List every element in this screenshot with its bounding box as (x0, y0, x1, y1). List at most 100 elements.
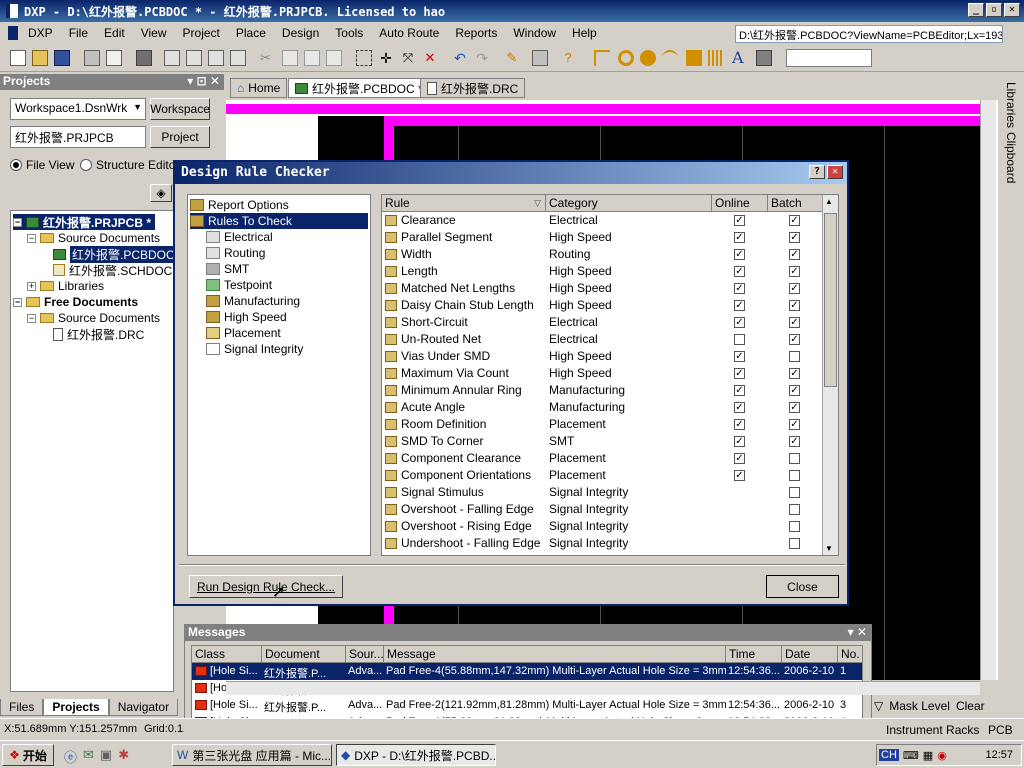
place-pad-icon[interactable] (618, 50, 634, 66)
batch-checkbox[interactable]: ✓ (789, 232, 800, 243)
place-string-icon[interactable]: A (732, 48, 748, 67)
batch-checkbox[interactable] (789, 470, 800, 481)
menu-tools[interactable]: Tools (327, 26, 371, 40)
canvas-vscroll[interactable] (980, 100, 996, 680)
tree-smt[interactable]: SMT (206, 261, 249, 277)
help-icon[interactable]: ? (560, 50, 576, 66)
place-arc-icon[interactable] (662, 50, 678, 66)
tab-pcbdoc[interactable]: 红外报警.PCBDOC * (288, 78, 430, 98)
online-checkbox[interactable]: ✓ (734, 232, 745, 243)
paste-icon[interactable] (304, 50, 320, 66)
tab-files[interactable]: Files (0, 699, 44, 716)
batch-checkbox[interactable]: ✓ (789, 249, 800, 260)
rules-vscroll[interactable]: ▲ ▼ (822, 195, 838, 555)
tree-placement[interactable]: Placement (206, 325, 281, 341)
project-button[interactable]: Project (150, 126, 210, 148)
online-checkbox[interactable]: ✓ (734, 368, 745, 379)
tree-root-project[interactable]: − 红外报警.PRJPCB * (13, 214, 156, 230)
msg-col-date[interactable]: Date (782, 646, 838, 663)
scroll-down-icon[interactable]: ▼ (825, 544, 833, 553)
col-batch[interactable]: Batch (768, 195, 824, 212)
batch-checkbox[interactable]: ✓ (789, 436, 800, 447)
rule-row[interactable]: Overshoot - Rising Edge Signal Integrity (382, 518, 822, 535)
move-icon[interactable]: ✛ (378, 50, 394, 66)
message-row[interactable]: [Hole Si... 红外报警.P... Adva... Pad Free-2(12… (192, 697, 862, 714)
messages-close-icon[interactable]: ▾ ✕ (848, 625, 867, 639)
rule-row[interactable]: Width Routing ✓ ✓ (382, 246, 822, 263)
online-checkbox[interactable]: ✓ (734, 215, 745, 226)
select-area-icon[interactable] (356, 50, 372, 66)
online-checkbox[interactable]: ✓ (734, 385, 745, 396)
scroll-up-icon[interactable]: ▲ (825, 197, 833, 206)
undo-icon[interactable]: ↶ (452, 50, 468, 66)
msg-col-source[interactable]: Sour... (346, 646, 384, 663)
place-via-icon[interactable] (640, 50, 656, 66)
msg-col-no[interactable]: No. (838, 646, 862, 663)
cross-probe-icon[interactable]: ✎ (504, 50, 520, 66)
batch-checkbox[interactable] (789, 351, 800, 362)
open-folder-icon[interactable] (32, 50, 48, 66)
msg-col-message[interactable]: Message (384, 646, 726, 663)
rubber-stamp-icon[interactable] (326, 50, 342, 66)
tree-high-speed[interactable]: High Speed (206, 309, 287, 325)
rule-row[interactable]: Undershoot - Falling Edge Signal Integrit… (382, 535, 822, 552)
menu-auto-route[interactable]: Auto Route (371, 26, 447, 40)
instrument-racks-button[interactable]: Instrument Racks (886, 723, 979, 737)
toolbar-combo[interactable] (786, 49, 872, 67)
structure-editor-radio[interactable]: Structure Editor (80, 158, 179, 172)
copy-icon[interactable] (282, 50, 298, 66)
network-icon[interactable]: ▦ (923, 749, 933, 762)
msg-col-class[interactable]: Class (192, 646, 262, 663)
tree-testpoint[interactable]: Testpoint (206, 277, 272, 293)
online-checkbox[interactable]: ✓ (734, 436, 745, 447)
tree-routing[interactable]: Routing (206, 245, 265, 261)
tab-projects[interactable]: Projects (43, 699, 109, 716)
rule-row[interactable]: Vias Under SMD High Speed ✓ (382, 348, 822, 365)
batch-checkbox[interactable] (789, 504, 800, 515)
menu-place[interactable]: Place (228, 26, 274, 40)
menu-view[interactable]: View (133, 26, 175, 40)
tree-electrical[interactable]: Electrical (206, 229, 273, 245)
deselect-icon[interactable]: ⤧ (400, 50, 416, 66)
online-checkbox[interactable]: ✓ (734, 317, 745, 328)
layers-icon[interactable] (136, 50, 152, 66)
batch-checkbox[interactable] (789, 453, 800, 464)
online-checkbox[interactable]: ✓ (734, 300, 745, 311)
rule-row[interactable]: Acute Angle Manufacturing ✓ ✓ (382, 399, 822, 416)
batch-checkbox[interactable] (789, 521, 800, 532)
clear-filter-icon[interactable]: ✕ (422, 50, 438, 66)
scroll-thumb[interactable] (824, 213, 837, 387)
tree-pcb-doc[interactable]: 红外报警.PCBDOC (53, 245, 173, 263)
rule-row[interactable]: Maximum Via Count High Speed ✓ ✓ (382, 365, 822, 382)
place-polygon-icon[interactable] (708, 50, 724, 66)
tab-home[interactable]: ⌂ Home (230, 78, 288, 98)
close-button[interactable]: Close (766, 575, 839, 598)
rule-row[interactable]: Minimum Annular Ring Manufacturing ✓ ✓ (382, 382, 822, 399)
tree-source-documents[interactable]: − Source Documents (27, 230, 160, 246)
workspace-button[interactable]: Workspace (150, 98, 210, 120)
batch-checkbox[interactable]: ✓ (789, 300, 800, 311)
menu-project[interactable]: Project (175, 26, 228, 40)
tree-free-documents[interactable]: − Free Documents (13, 294, 138, 310)
menu-dxp[interactable]: DXP (20, 26, 61, 40)
batch-checkbox[interactable]: ✓ (789, 215, 800, 226)
mask-level-button[interactable]: Mask Level (889, 699, 950, 713)
redo-icon[interactable]: ↷ (474, 50, 490, 66)
batch-checkbox[interactable]: ✓ (789, 385, 800, 396)
rule-row[interactable]: Overshoot - Falling Edge Signal Integrity (382, 501, 822, 518)
online-checkbox[interactable]: ✓ (734, 351, 745, 362)
minimize-button[interactable]: _ (968, 3, 984, 17)
print-icon[interactable] (84, 50, 100, 66)
online-checkbox[interactable]: ✓ (734, 470, 745, 481)
volume-icon[interactable]: ◉ (937, 749, 947, 762)
tab-clipboard[interactable]: Clipboard (1004, 132, 1018, 183)
tree-rules-to-check[interactable]: Rules To Check (190, 213, 368, 229)
project-field[interactable]: 红外报警.PRJPCB (10, 126, 146, 148)
batch-checkbox[interactable]: ✓ (789, 334, 800, 345)
desktop-icon[interactable]: ▣ (100, 747, 112, 766)
route-track-icon[interactable] (594, 50, 610, 66)
batch-checkbox[interactable]: ✓ (789, 283, 800, 294)
tree-manufacturing[interactable]: Manufacturing (206, 293, 300, 309)
menu-window[interactable]: Window (505, 26, 564, 40)
rule-row[interactable]: Daisy Chain Stub Length High Speed ✓ ✓ (382, 297, 822, 314)
